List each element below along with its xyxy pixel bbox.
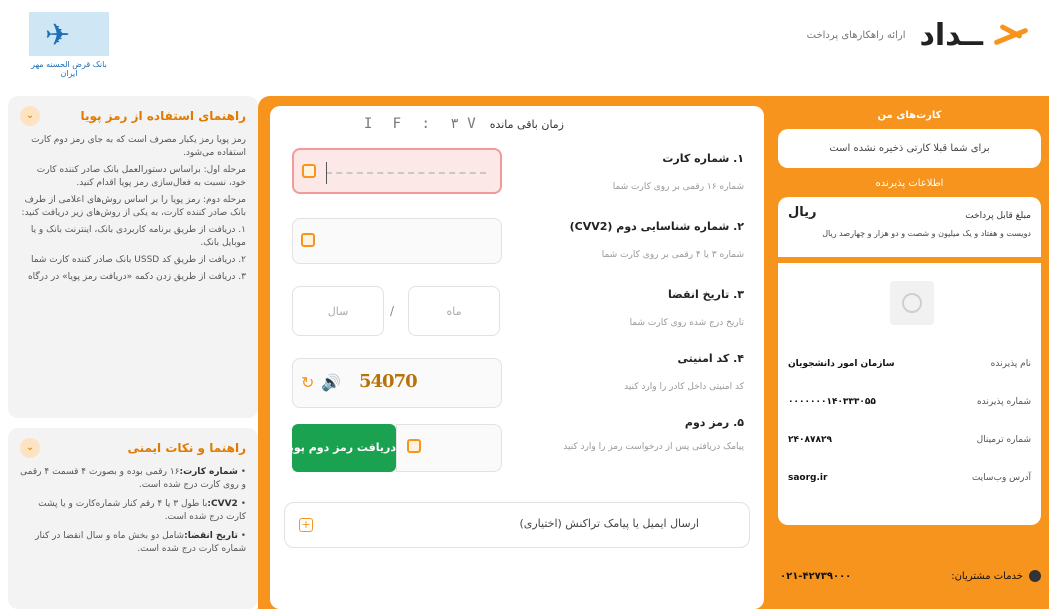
captcha-image: 54070: [359, 371, 418, 392]
tip-item: • شماره کارت:۱۶ رقمی بوده و بصورت ۴ قسمت…: [20, 467, 246, 490]
header: ــداد ارائه راهکارهای پرداخت ✈ بانک قرض …: [0, 0, 1049, 88]
brand-tagline: ارائه راهکارهای پرداخت: [806, 30, 906, 41]
my-cards-title: کارت‌های من: [877, 110, 942, 121]
support-number[interactable]: ۰۲۱-۴۲۷۳۹۰۰۰: [780, 571, 851, 582]
chevron-down-icon[interactable]: ⌄: [20, 438, 40, 458]
merchant-logo: [890, 281, 934, 325]
merchant-details: نام پذیرنده سازمان امور دانشجویان شماره …: [778, 263, 1041, 525]
captcha-input[interactable]: ↻ 🔊 54070: [292, 358, 502, 408]
plus-icon[interactable]: +: [299, 518, 313, 532]
help-paragraph: ۳. دریافت از طریق زدن دکمه «دریافت رمز پ…: [27, 272, 246, 282]
dynamic-password-help: راهنمای استفاده از رمز پویا ⌄ رمز پویا ر…: [8, 96, 258, 418]
merchant-panel: کارت‌های من برای شما قبلا کارتی ذخیره نش…: [770, 96, 1049, 609]
tip-item: • CVV2:با طول ۳ یا ۴ رقم کنار شماره‌کارت…: [38, 499, 246, 522]
cvv2-input[interactable]: [292, 218, 502, 264]
payment-form: زمان باقی مانده I F : ٣ V ۱. شماره کارت …: [270, 106, 764, 609]
support-label: خدمات مشتریان:: [951, 571, 1023, 582]
help-paragraph: ۱. دریافت از طریق برنامه کاربردی بانک، ا…: [30, 225, 246, 248]
amount-in-words: دویست و هفتاد و یک میلیون و شصت و دو هزا…: [822, 229, 1031, 238]
email-sms-label: ارسال ایمیل یا پیامک تراکنش (اختیاری): [519, 517, 699, 530]
keypad-icon[interactable]: [301, 233, 315, 247]
email-sms-option[interactable]: + ارسال ایمیل یا پیامک تراکنش (اختیاری): [284, 502, 750, 548]
expiry-hint: تاریخ درج شده روی کارت شما: [629, 318, 744, 328]
card-number-label: ۱. شماره کارت: [662, 152, 744, 165]
timer-label: زمان باقی مانده: [489, 117, 564, 131]
cvv2-hint: شماره ۳ یا ۴ رقمی بر روی کارت شما: [601, 250, 744, 260]
help-paragraph: مرحله دوم: رمز پویا را بر اساس روش‌های ا…: [21, 195, 246, 218]
audio-icon[interactable]: 🔊: [321, 373, 341, 392]
password-input[interactable]: [396, 424, 502, 472]
bank-logo: ✈ بانک قرض الحسنه مهر ایران: [25, 12, 113, 78]
help-paragraph: رمز پویا رمز یکبار مصرف است که به جای رم…: [31, 135, 246, 158]
help-title: راهنمای استفاده از رمز پویا: [80, 109, 246, 123]
get-dynamic-password-button[interactable]: دریافت رمز دوم پویا: [292, 424, 396, 472]
captcha-hint: کد امنیتی داخل کادر را وارد کنید: [624, 382, 744, 392]
tips-title: راهنما و نکات ایمنی: [127, 441, 246, 455]
currency-label: ریال: [788, 205, 817, 220]
payment-form-panel: زمان باقی مانده I F : ٣ V ۱. شماره کارت …: [258, 96, 770, 609]
merchant-row: شماره ترمینال ۲۴۰۸۷۸۲۹: [788, 435, 1031, 445]
help-text: رمز پویا رمز یکبار مصرف است که به جای رم…: [20, 134, 246, 284]
help-panel: راهنمای استفاده از رمز پویا ⌄ رمز پویا ر…: [8, 96, 258, 609]
timer: زمان باقی مانده I F : ٣ V: [364, 116, 564, 132]
bird-icon: ✈: [45, 18, 71, 53]
card-number-input[interactable]: [292, 148, 502, 194]
chevron-down-icon[interactable]: ⌄: [20, 106, 40, 126]
expiry-year-input[interactable]: سال: [292, 286, 384, 336]
cvv2-label: ۲. شماره شناسایی دوم (CVV2): [569, 220, 744, 233]
customer-support: خدمات مشتریان: ۰۲۱-۴۲۷۳۹۰۰۰: [780, 570, 1041, 582]
aperture-icon: [902, 293, 922, 313]
payable-amount-box: مبلغ قابل پرداخت ریال دویست و هفتاد و یک…: [778, 197, 1041, 257]
payable-label: مبلغ قابل پرداخت: [965, 211, 1031, 221]
card-icon: [302, 164, 316, 178]
help-paragraph: مرحله اول: براساس دستورالعمل بانک صادر ک…: [36, 165, 246, 188]
merchant-row: شماره پذیرنده ۰۰۰۰۰۰۰۱۴۰۳۳۳۰۵۵: [788, 397, 1031, 407]
help-paragraph: ۲. دریافت از طریق کد USSD بانک صادر کنند…: [30, 255, 246, 265]
password-row: دریافت رمز دوم پویا: [292, 424, 502, 474]
timer-value: I F : ٣ V: [363, 116, 482, 132]
merchant-info-title: اطلاعات پذیرنده: [875, 178, 944, 189]
safety-tips: راهنما و نکات ایمنی ⌄ • شماره کارت:۱۶ رق…: [8, 428, 258, 609]
brand-name: ــداد: [919, 18, 983, 53]
phone-icon: [1029, 570, 1041, 582]
sadad-logo-icon: [993, 21, 1029, 51]
card-number-hint: شماره ۱۶ رقمی بر روی کارت شما: [612, 182, 744, 192]
expiry-label: ۳. تاریخ انقضا: [668, 288, 744, 301]
date-separator: /: [390, 304, 395, 318]
tip-item: • تاریخ انقضا:شامل دو بخش ماه و سال انقض…: [35, 531, 246, 554]
password-hint: پیامک دریافتی پس از درخواست رمز را وارد …: [563, 442, 744, 452]
brand-logo: ــداد ارائه راهکارهای پرداخت: [807, 18, 1029, 53]
merchant-row: آدرس وب‌سایت saorg.ir: [788, 473, 1031, 483]
captcha-label: ۴. کد امنیتی: [677, 352, 745, 365]
expiry-month-input[interactable]: ماه: [408, 286, 500, 336]
saved-cards-box: برای شما قبلا کارتی ذخیره نشده است: [778, 129, 1041, 168]
bank-caption: بانک قرض الحسنه مهر ایران: [31, 60, 107, 78]
password-label: ۵. رمز دوم: [684, 416, 744, 429]
keypad-icon[interactable]: [407, 439, 421, 453]
merchant-row: نام پذیرنده سازمان امور دانشجویان: [788, 359, 1031, 369]
refresh-icon[interactable]: ↻: [301, 373, 314, 392]
